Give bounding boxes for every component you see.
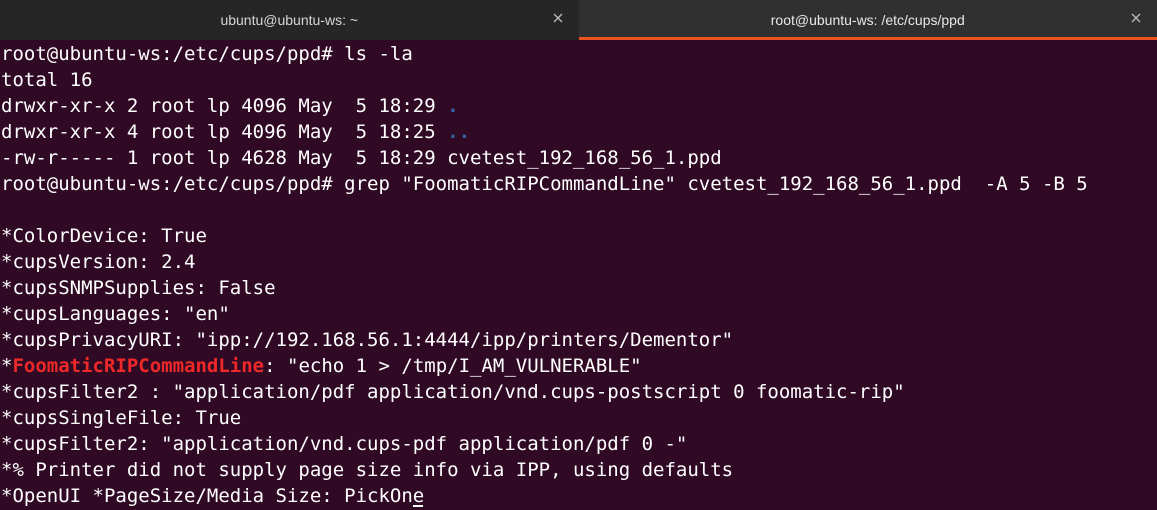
tab-home[interactable]: ubuntu@ubuntu-ws: ~ xyxy=(0,0,579,40)
terminal-text: *ColorDevice: True xyxy=(1,225,207,247)
grep-match-text: FoomaticRIPCommandLine xyxy=(12,355,265,377)
tab-title: root@ubuntu-ws: /etc/cups/ppd xyxy=(770,12,965,28)
terminal-line: *% Printer did not supply page size info… xyxy=(1,457,1157,483)
terminal-text: drwxr-xr-x 2 root lp 4096 May 5 18:29 xyxy=(1,95,448,117)
terminal-text: *cupsVersion: 2.4 xyxy=(1,251,196,273)
terminal-line: *cupsFilter2: "application/vnd.cups-pdf … xyxy=(1,431,1157,457)
terminal-line: total 16 xyxy=(1,67,1157,93)
terminal-line: drwxr-xr-x 4 root lp 4096 May 5 18:25 .. xyxy=(1,119,1157,145)
terminal-text: -rw-r----- 1 root lp 4628 May 5 18:29 cv… xyxy=(1,147,722,169)
terminal-text: *cupsPrivacyURI: "ipp://192.168.56.1:444… xyxy=(1,329,734,351)
terminal-text: root@ubuntu-ws:/etc/cups/ppd# ls -la xyxy=(1,43,413,65)
terminal-text: *cupsFilter2 : "application/pdf applicat… xyxy=(1,381,905,403)
terminal-line: drwxr-xr-x 2 root lp 4096 May 5 18:29 . xyxy=(1,93,1157,119)
terminal-line: *cupsPrivacyURI: "ipp://192.168.56.1:444… xyxy=(1,327,1157,353)
terminal-line: root@ubuntu-ws:/etc/cups/ppd# ls -la xyxy=(1,41,1157,67)
terminal-line: *cupsSingleFile: True xyxy=(1,405,1157,431)
terminal-line: *ColorDevice: True xyxy=(1,223,1157,249)
terminal-text: *cupsLanguages: "en" xyxy=(1,303,230,325)
terminal-text: : "echo 1 > /tmp/I_AM_VULNERABLE" xyxy=(264,355,642,377)
terminal-text: *cupsSingleFile: True xyxy=(1,407,242,429)
directory-entry: .. xyxy=(447,121,471,143)
terminal-text: *cupsSNMPSupplies: False xyxy=(1,277,276,299)
tab-bar: ubuntu@ubuntu-ws: ~ root@ubuntu-ws: /etc… xyxy=(0,0,1157,40)
terminal-output[interactable]: root@ubuntu-ws:/etc/cups/ppd# ls -la tota… xyxy=(0,40,1157,510)
terminal-text: *cupsFilter2: "application/vnd.cups-pdf … xyxy=(1,433,688,455)
tab-title: ubuntu@ubuntu-ws: ~ xyxy=(220,12,359,28)
terminal-text: root@ubuntu-ws:/etc/cups/ppd# grep "Foom… xyxy=(1,173,1088,195)
tab-cups-ppd[interactable]: root@ubuntu-ws: /etc/cups/ppd xyxy=(578,0,1157,40)
terminal-line: *OpenUI *PageSize/Media Size: PickOne xyxy=(1,483,1157,509)
terminal-text: drwxr-xr-x 4 root lp 4096 May 5 18:25 xyxy=(1,121,448,143)
terminal-line: -rw-r----- 1 root lp 4628 May 5 18:29 cv… xyxy=(1,145,1157,171)
terminal-line: *cupsFilter2 : "application/pdf applicat… xyxy=(1,379,1157,405)
terminal-text: * xyxy=(1,355,13,377)
terminal-window: ubuntu@ubuntu-ws: ~ root@ubuntu-ws: /etc… xyxy=(0,0,1157,510)
terminal-text: *% Printer did not supply page size info… xyxy=(1,459,734,481)
terminal-text: *OpenUI *PageSize/Media Size: PickOne xyxy=(1,485,425,507)
terminal-line: *cupsSNMPSupplies: False xyxy=(1,275,1157,301)
terminal-line: *cupsLanguages: "en" xyxy=(1,301,1157,327)
terminal-line: *cupsVersion: 2.4 xyxy=(1,249,1157,275)
terminal-text: total 16 xyxy=(1,69,93,91)
close-icon[interactable] xyxy=(551,11,565,25)
text-cursor xyxy=(413,505,424,507)
close-icon[interactable] xyxy=(1129,11,1143,25)
directory-entry: . xyxy=(447,95,459,117)
terminal-line: *FoomaticRIPCommandLine: "echo 1 > /tmp/… xyxy=(1,353,1157,379)
terminal-line: root@ubuntu-ws:/etc/cups/ppd# grep "Foom… xyxy=(1,171,1157,197)
